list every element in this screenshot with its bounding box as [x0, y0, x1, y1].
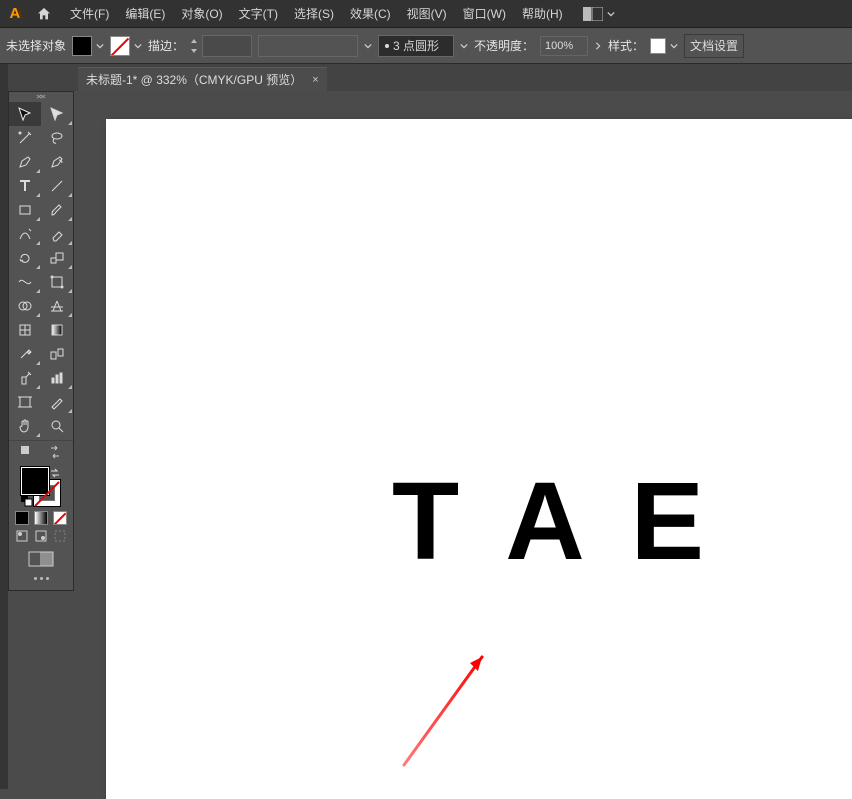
menu-file[interactable]: 文件(F)	[62, 0, 117, 28]
canvas-area[interactable]: T A E	[74, 91, 852, 789]
free-transform-tool[interactable]	[41, 270, 73, 294]
art-letter: A	[505, 467, 586, 577]
column-graph-tool[interactable]	[41, 366, 73, 390]
menu-effect[interactable]: 效果(C)	[342, 0, 399, 28]
menu-edit[interactable]: 编辑(E)	[117, 0, 173, 28]
annotation-arrow-icon	[396, 647, 496, 767]
zoom-tool[interactable]	[41, 414, 73, 438]
draw-inside-icon[interactable]	[53, 529, 67, 543]
swap-colors-icon[interactable]	[49, 467, 61, 479]
shape-builder-tool[interactable]	[9, 294, 41, 318]
home-icon[interactable]	[36, 6, 52, 22]
profile-label: 3 点圆形	[393, 37, 439, 54]
scale-tool[interactable]	[41, 246, 73, 270]
artwork-text[interactable]: T A E	[392, 467, 706, 577]
chevron-down-icon	[96, 42, 104, 50]
slice-tool[interactable]	[41, 390, 73, 414]
lasso-tool[interactable]	[41, 126, 73, 150]
rotate-tool[interactable]	[9, 246, 41, 270]
opacity-label: 不透明度：	[474, 37, 534, 54]
menu-type[interactable]: 文字(T)	[231, 0, 286, 28]
chevron-down-icon	[364, 42, 372, 50]
menu-object[interactable]: 对象(O)	[173, 0, 230, 28]
edit-toolbar-button[interactable]	[9, 573, 73, 584]
chevron-down-icon	[607, 10, 615, 18]
main-menu-bar: Ai 文件(F) 编辑(E) 对象(O) 文字(T) 选择(S) 效果(C) 视…	[0, 0, 852, 28]
magic-wand-tool[interactable]	[9, 126, 41, 150]
collapsed-panel-rail[interactable]	[0, 64, 8, 789]
document-tab-title: 未标题-1* @ 332%（CMYK/GPU 预览）	[86, 71, 302, 88]
variable-width-profile[interactable]: 3 点圆形	[378, 35, 454, 57]
eyedropper-tool[interactable]	[9, 342, 41, 366]
symbol-sprayer-tool[interactable]	[9, 366, 41, 390]
menu-window[interactable]: 窗口(W)	[455, 0, 514, 28]
width-tool[interactable]	[9, 270, 41, 294]
screen-mode-button[interactable]	[9, 545, 73, 573]
swap-fill-stroke-icon[interactable]	[48, 445, 62, 459]
chevron-right-icon[interactable]	[594, 42, 602, 50]
stroke-swatch-none	[110, 36, 130, 56]
shaper-tool[interactable]	[9, 222, 41, 246]
art-letter: T	[392, 467, 461, 577]
draw-mode-row	[9, 527, 73, 545]
solid-color-mode[interactable]	[15, 511, 29, 525]
dot-icon	[385, 44, 389, 48]
artboard[interactable]: T A E	[106, 119, 852, 799]
chevron-down-icon	[134, 42, 142, 50]
chevron-down-icon	[460, 42, 468, 50]
selection-tool[interactable]	[9, 102, 41, 126]
perspective-grid-tool[interactable]	[41, 294, 73, 318]
none-color-mode[interactable]	[53, 511, 67, 525]
mesh-tool[interactable]	[9, 318, 41, 342]
stepper-arrows-icon[interactable]	[190, 38, 198, 54]
chevron-down-icon	[670, 42, 678, 50]
blend-tool[interactable]	[41, 342, 73, 366]
toolbox-grip[interactable]	[9, 92, 73, 102]
close-tab-button[interactable]: ×	[312, 74, 318, 86]
hand-tool[interactable]	[9, 414, 41, 438]
draw-normal-icon[interactable]	[15, 529, 29, 543]
document-tab-strip: 未标题-1* @ 332%（CMYK/GPU 预览） ×	[0, 64, 852, 91]
rectangle-tool[interactable]	[9, 198, 41, 222]
curvature-tool[interactable]	[41, 150, 73, 174]
document-setup-button[interactable]: 文档设置	[684, 34, 744, 58]
app-logo-ai: Ai	[4, 3, 26, 25]
artboard-tool[interactable]	[9, 390, 41, 414]
gradient-tool[interactable]	[41, 318, 73, 342]
color-mode-row	[9, 509, 73, 527]
menu-help[interactable]: 帮助(H)	[514, 0, 571, 28]
fill-stroke-color-box[interactable]	[9, 461, 73, 509]
fill-color-large[interactable]	[21, 467, 49, 495]
stroke-weight-field[interactable]	[202, 35, 252, 57]
document-tab[interactable]: 未标题-1* @ 332%（CMYK/GPU 预览） ×	[78, 67, 327, 91]
paintbrush-tool[interactable]	[41, 198, 73, 222]
fill-color-control[interactable]	[72, 36, 104, 56]
opacity-field[interactable]: 100%	[540, 36, 588, 56]
art-letter: E	[631, 467, 706, 577]
fill-swatch	[72, 36, 92, 56]
style-label: 样式：	[608, 37, 644, 54]
toggle-fill-stroke-icon[interactable]	[20, 445, 34, 459]
direct-selection-tool[interactable]	[41, 102, 73, 126]
pen-tool[interactable]	[9, 150, 41, 174]
default-colors-icon[interactable]	[21, 495, 33, 507]
stroke-label: 描边：	[148, 37, 184, 54]
toolbox	[8, 91, 74, 591]
brush-definition-dropdown[interactable]	[258, 35, 358, 57]
gradient-mode[interactable]	[34, 511, 48, 525]
menu-view[interactable]: 视图(V)	[399, 0, 455, 28]
control-bar: 未选择对象 描边： 3 点圆形 不透明度： 100% 样式： 文档设置	[0, 28, 852, 64]
selection-status: 未选择对象	[6, 37, 66, 54]
workspace-layout-button[interactable]	[583, 7, 615, 21]
graphic-style-control[interactable]	[650, 38, 678, 54]
stroke-color-control[interactable]	[110, 36, 142, 56]
menu-select[interactable]: 选择(S)	[286, 0, 342, 28]
style-swatch	[650, 38, 666, 54]
type-tool[interactable]	[9, 174, 41, 198]
line-tool[interactable]	[41, 174, 73, 198]
draw-behind-icon[interactable]	[34, 529, 48, 543]
eraser-tool[interactable]	[41, 222, 73, 246]
